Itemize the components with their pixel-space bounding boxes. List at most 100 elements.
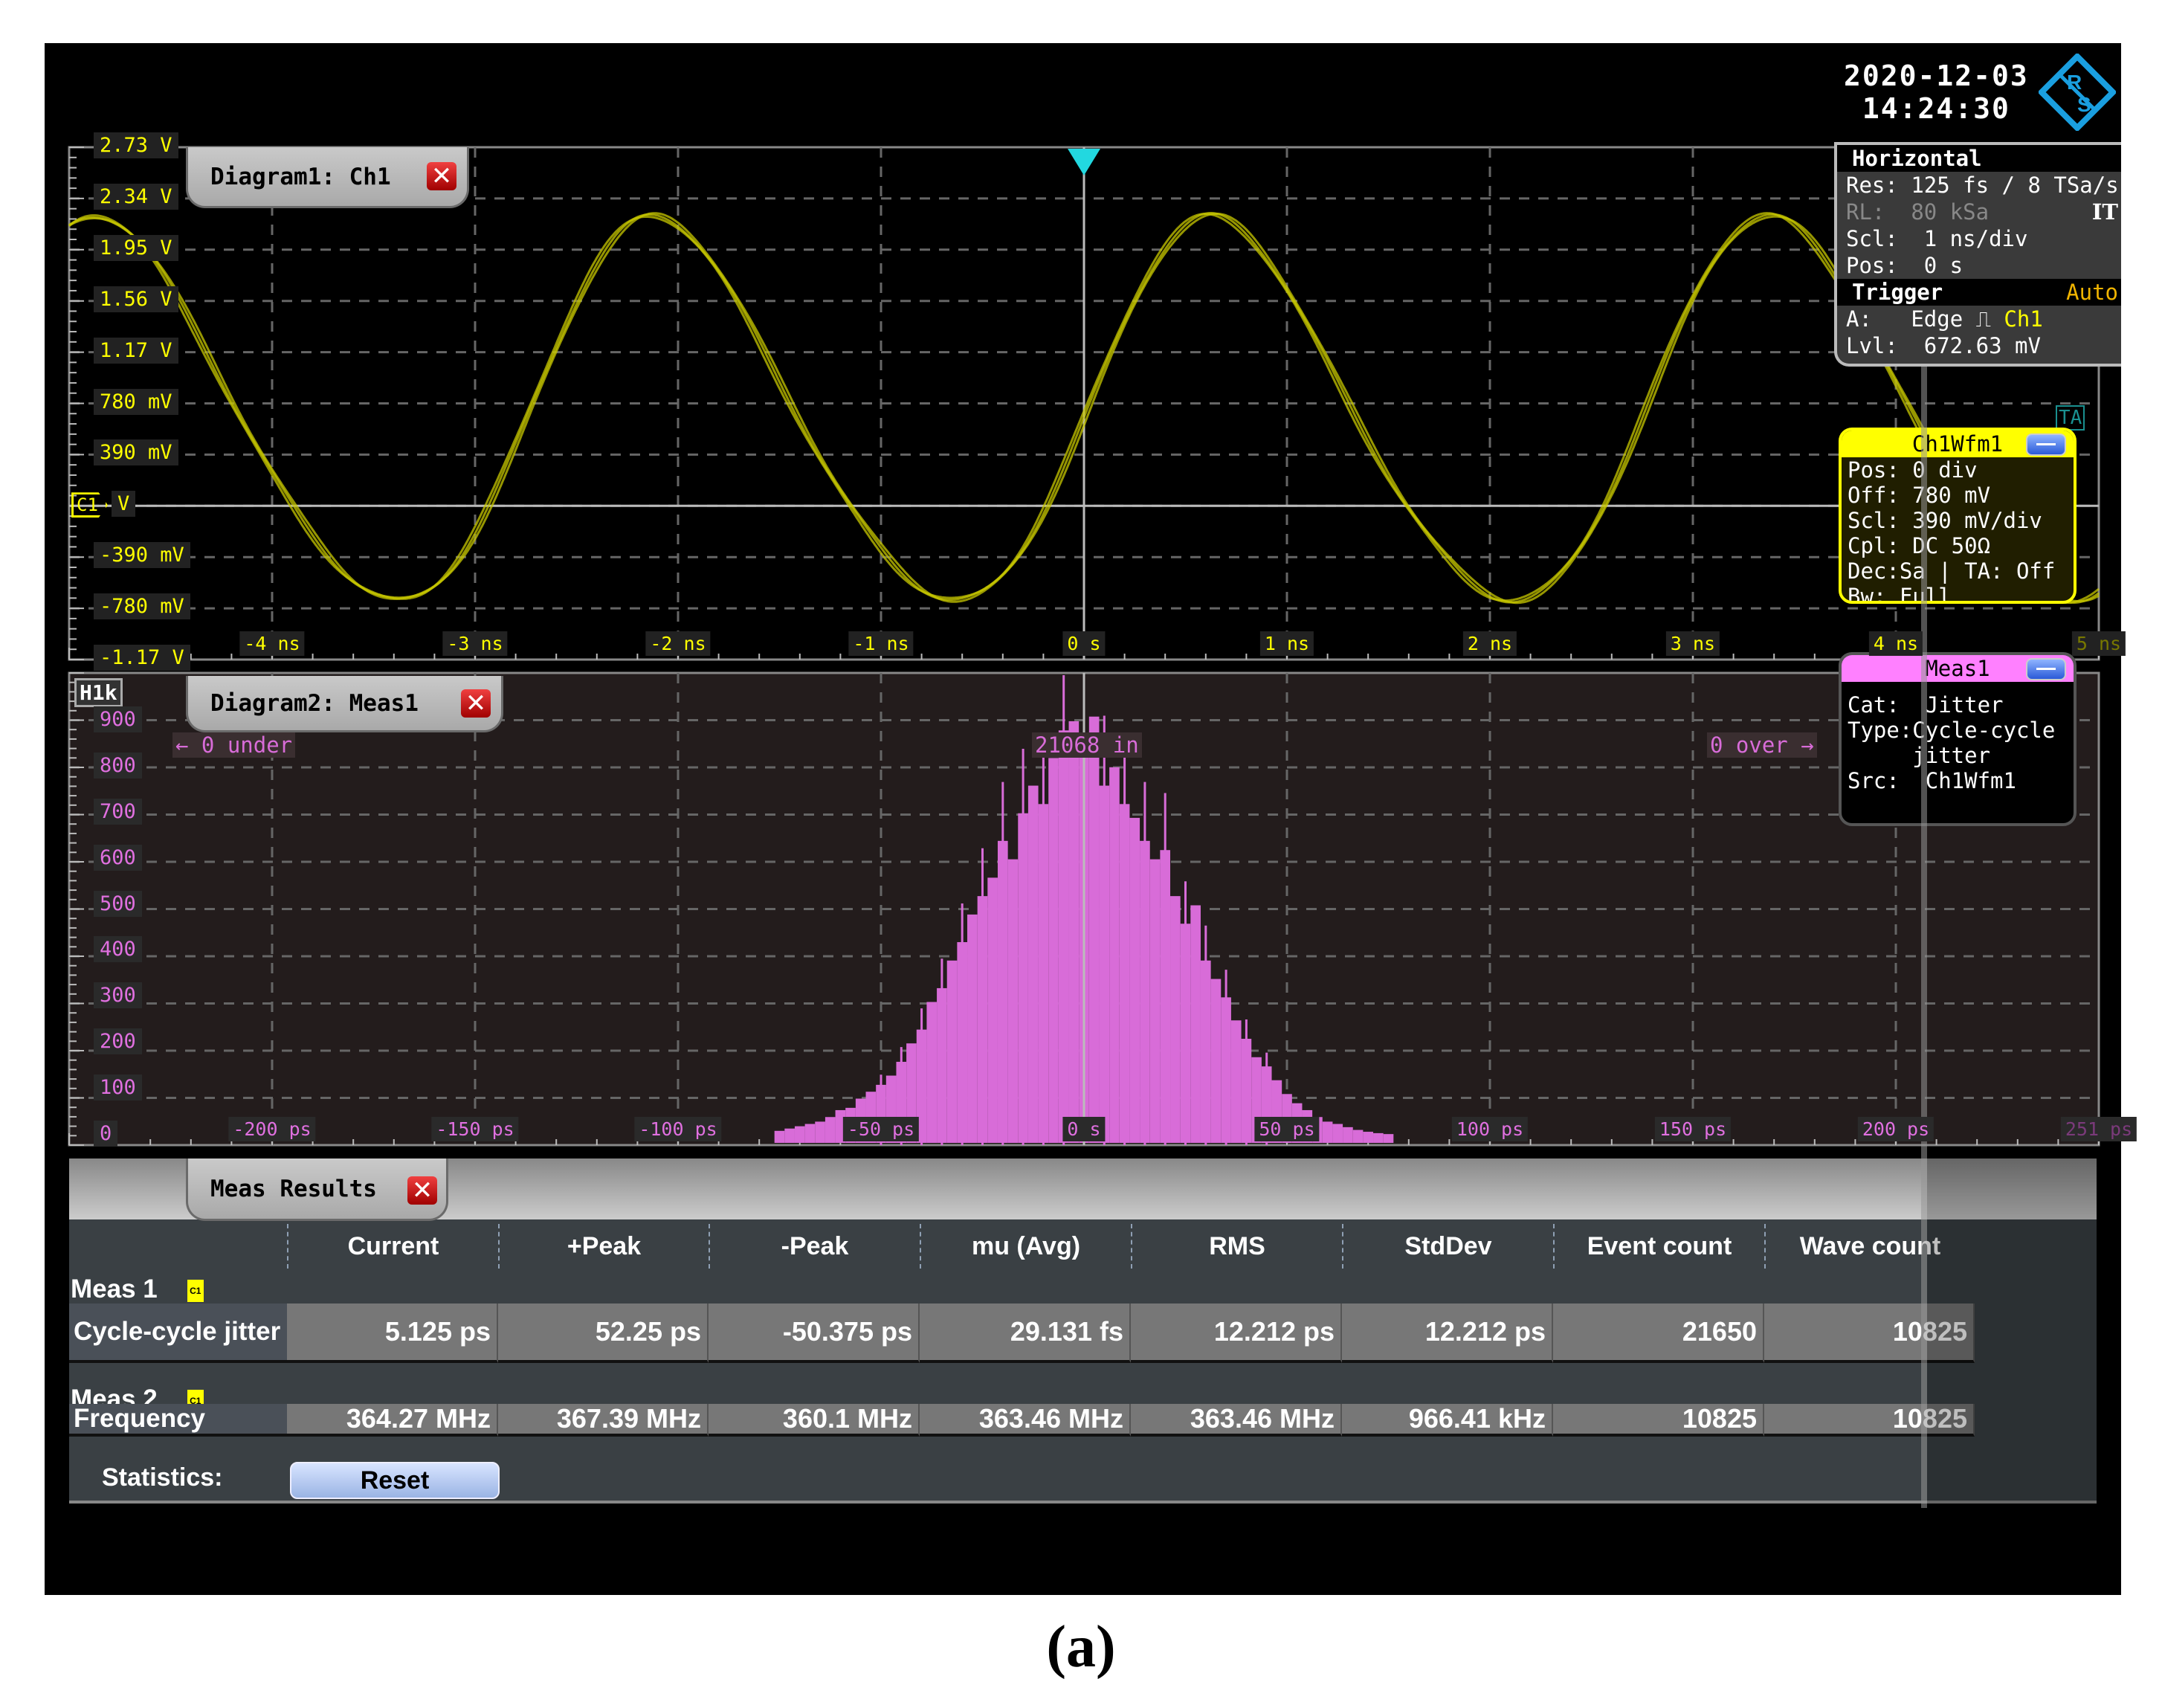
- result-cell: 10825: [1553, 1403, 1764, 1437]
- tab-diagram2[interactable]: Diagram2: Meas1 ✕: [186, 676, 503, 732]
- diagram2-x-label: -50 ps: [842, 1117, 920, 1141]
- diagram2-y-label: 500: [94, 890, 142, 917]
- ch1wfm1-info-box[interactable]: Ch1Wfm1 Pos: 0 div Off: 780 mV Scl: 390 …: [1839, 428, 2077, 604]
- close-diagram1-button[interactable]: ✕: [427, 162, 456, 190]
- diagram1-x-label: -1 ns: [848, 631, 914, 656]
- histogram-bar: [967, 914, 978, 1143]
- meas1-title: Meas1: [1842, 655, 2074, 682]
- label: Lvl:: [1846, 333, 1898, 358]
- diagram1-x-label: -2 ns: [645, 631, 711, 656]
- result-cell: 5.125 ps: [287, 1303, 498, 1363]
- trigger-type: A: Edge ⎍ Ch1: [1837, 306, 2121, 332]
- time: 14:24:30: [1862, 92, 2010, 125]
- horizontal-title: Horizontal: [1852, 146, 1982, 171]
- histogram-bar: [1027, 785, 1039, 1143]
- svg-text:R: R: [2067, 71, 2082, 94]
- diagram1-y-label: 1.56 V: [94, 286, 178, 312]
- diagram2-x-label: 251 ps: [2060, 1117, 2137, 1141]
- diagram1-x-label: 3 ns: [1665, 631, 1720, 656]
- result-cell: 12.212 ps: [1131, 1303, 1342, 1363]
- diagram1-x-label: 5 ns: [2071, 631, 2126, 656]
- histogram-bar: [774, 1130, 785, 1143]
- result-cell: 364.27 MHz: [287, 1403, 498, 1437]
- diagram1-x-label: 1 ns: [1259, 631, 1314, 656]
- meas-group-label: Meas 1 C1: [71, 1274, 204, 1304]
- trigger-title: Trigger: [1852, 280, 1943, 305]
- diagram1-y-label: 780 mV: [94, 388, 178, 415]
- diagram2-y-label: 200: [94, 1028, 142, 1055]
- meas-results-panel: Meas Results ✕ Current +Peak -Peak mu (Avg)…: [69, 1158, 2097, 1504]
- result-cell: 360.1 MHz: [709, 1403, 920, 1437]
- diagram1-x-label: -3 ns: [442, 631, 508, 656]
- histogram-bar: [1383, 1134, 1394, 1143]
- diagram1-x-label: 4 ns: [1868, 631, 1923, 656]
- label: Res:: [1846, 173, 1898, 198]
- meas1-info-box[interactable]: Meas1 Cat: Jitter Type:Cycle-cycle jitte…: [1839, 652, 2077, 826]
- meas1-category: Cat: Jitter: [1848, 692, 2004, 718]
- diagram1-tab-label: Diagram1: Ch1: [210, 163, 391, 190]
- histogram-bar: [1373, 1132, 1384, 1143]
- channel-badge: C1: [187, 1279, 204, 1302]
- tab-diagram1[interactable]: Diagram1: Ch1 ✕: [186, 147, 469, 208]
- histogram-bar: [926, 1002, 938, 1143]
- reset-statistics-button[interactable]: Reset: [290, 1462, 500, 1499]
- column-header: Event count: [1553, 1224, 1764, 1269]
- histogram-bar: [1007, 859, 1019, 1143]
- result-cell: 12.212 ps: [1342, 1303, 1553, 1363]
- diagram1-y-label: 390 mV: [94, 439, 178, 466]
- trigger-source: Ch1: [2004, 306, 2043, 332]
- column-header: mu (Avg): [920, 1224, 1131, 1269]
- minimize-ch1wfm1-button[interactable]: [2026, 434, 2066, 456]
- diagram1-y-label: -390 mV: [94, 542, 190, 569]
- diagram1-y-label: -1.17 V: [94, 645, 190, 671]
- histogram-bar: [1230, 1020, 1242, 1143]
- diagram2-y-label: 100: [94, 1074, 142, 1101]
- horizontal-res: Res: 125 fs / 8 TSa/s: [1837, 172, 2121, 199]
- meas1-source: Src: Ch1Wfm1: [1848, 768, 2016, 793]
- value: 1 ns/div: [1923, 226, 2028, 251]
- diagram2-x-label: 150 ps: [1654, 1117, 1732, 1141]
- histogram-bar: [1322, 1121, 1333, 1143]
- diagram2-x-label: 0 s: [1062, 1117, 1106, 1141]
- ch1-scale: Scl: 390 mV/div: [1848, 508, 2042, 533]
- horizontal-trigger-panel[interactable]: Horizontal Res: 125 fs / 8 TSa/s RL: 80 …: [1834, 142, 2121, 367]
- minimize-meas1-button[interactable]: [2026, 658, 2066, 680]
- in-count-label: 21068 in: [1032, 732, 1142, 758]
- results-overflow-shade: [1927, 1158, 2097, 1504]
- under-count-label: ← 0 under: [172, 732, 296, 758]
- diagram2-x-label: -150 ps: [431, 1117, 519, 1141]
- diagram2-x-label: -100 ps: [634, 1117, 722, 1141]
- rising-edge-icon: ⎍: [1975, 306, 1991, 332]
- histogram-bar: [804, 1124, 816, 1143]
- histogram-scale-badge: H1k: [74, 678, 123, 707]
- datetime: 2020-12-03 14:24:30: [1844, 59, 2029, 125]
- panel-splitter[interactable]: [1921, 367, 1927, 1508]
- svg-text:S: S: [2077, 93, 2091, 116]
- diagram1-x-label: 0 s: [1062, 631, 1106, 656]
- label: RL:: [1846, 199, 1885, 225]
- tab-meas-results[interactable]: Meas Results ✕: [186, 1158, 448, 1221]
- histogram-bar: [1088, 716, 1100, 1143]
- histogram-bar: [794, 1126, 805, 1143]
- diagram1-x-label: 2 ns: [1462, 631, 1517, 656]
- histogram-bar: [784, 1128, 795, 1143]
- diagram1-y-label: V: [112, 491, 136, 518]
- histogram-bar: [815, 1121, 825, 1143]
- result-cell: -50.375 ps: [709, 1303, 920, 1363]
- horizontal-pos: Pos: 0 s: [1837, 252, 2121, 279]
- label: Scl:: [1846, 226, 1898, 251]
- result-cell: 52.25 ps: [498, 1303, 709, 1363]
- close-meas-results-button[interactable]: ✕: [407, 1176, 437, 1205]
- value: 125 fs / 8 TSa/s: [1911, 173, 2119, 198]
- column-header: RMS: [1131, 1224, 1342, 1269]
- result-cell: 363.46 MHz: [1131, 1403, 1342, 1437]
- trigger-arm-marker: TA: [2056, 405, 2085, 431]
- histogram-bar: [1048, 758, 1059, 1143]
- result-cell: 29.131 fs: [920, 1303, 1131, 1363]
- measurement-row-label: Cycle-cycle jitter: [69, 1303, 287, 1363]
- meas-name: Meas 1: [71, 1274, 158, 1303]
- diagram2-y-label: 300: [94, 982, 142, 1009]
- histogram-bar: [1170, 896, 1181, 1143]
- close-diagram2-button[interactable]: ✕: [461, 689, 491, 718]
- histogram-bar: [1352, 1129, 1364, 1143]
